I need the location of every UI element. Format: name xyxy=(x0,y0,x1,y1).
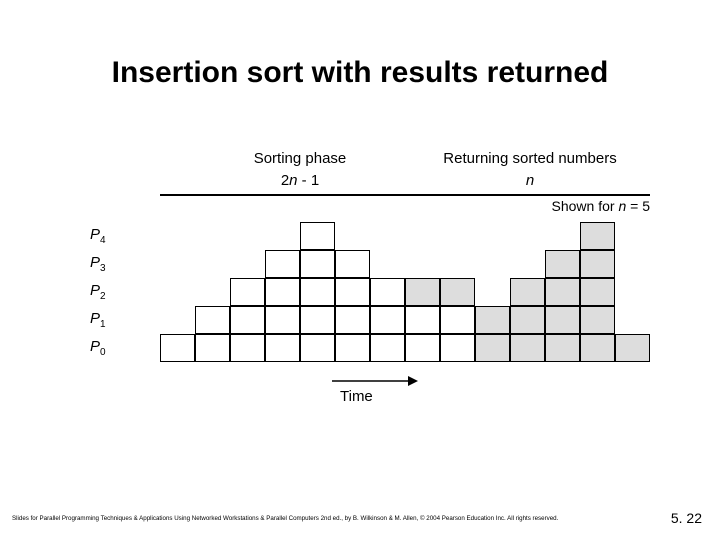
proc-label-p3: P3 xyxy=(90,254,130,274)
time-label: Time xyxy=(340,388,373,405)
grid-cell xyxy=(300,278,335,306)
grid-cell xyxy=(475,334,510,362)
grid-cell xyxy=(545,306,580,334)
grid-cell xyxy=(405,306,440,334)
grid-cell xyxy=(265,250,300,278)
grid-cell xyxy=(510,278,545,306)
grid-cell xyxy=(405,334,440,362)
note-suffix: = 5 xyxy=(626,198,650,214)
phase-expr-right: n xyxy=(430,172,630,189)
grid-cell xyxy=(440,278,475,306)
grid-cell xyxy=(195,334,230,362)
phase-divider xyxy=(160,194,650,196)
grid-cell xyxy=(160,334,195,362)
proc-label-p2: P2 xyxy=(90,282,130,302)
proc-label-p4: P4 xyxy=(90,226,130,246)
grid-cell xyxy=(580,334,615,362)
grid-cell xyxy=(195,306,230,334)
page-number: 5. 22 xyxy=(671,510,702,526)
grid-cell xyxy=(370,334,405,362)
diagram: Sorting phase Returning sorted numbers 2… xyxy=(90,150,650,410)
phase-label-returning: Returning sorted numbers xyxy=(430,150,630,167)
grid-cell xyxy=(405,278,440,306)
grid-cell xyxy=(230,306,265,334)
grid-cell xyxy=(580,306,615,334)
grid-cell xyxy=(230,278,265,306)
grid-cell xyxy=(440,306,475,334)
grid-cell xyxy=(510,306,545,334)
note-prefix: Shown for xyxy=(552,198,619,214)
grid-cell xyxy=(335,250,370,278)
note-n5: Shown for n = 5 xyxy=(552,198,650,214)
grid-cell xyxy=(230,334,265,362)
expr-n2: n xyxy=(526,172,534,189)
grid-cell xyxy=(545,334,580,362)
grid-cell xyxy=(300,222,335,250)
phase-label-sorting: Sorting phase xyxy=(200,150,400,167)
expr-2: 2 xyxy=(281,172,289,189)
timeline-grid xyxy=(160,222,650,362)
page-title: Insertion sort with results returned xyxy=(0,56,720,90)
grid-cell xyxy=(370,306,405,334)
footer-credit: Slides for Parallel Programming Techniqu… xyxy=(12,515,652,522)
grid-cell xyxy=(475,306,510,334)
expr-minus1: - 1 xyxy=(298,172,320,189)
proc-label-p0: P0 xyxy=(90,338,130,358)
grid-cell xyxy=(370,278,405,306)
grid-cell xyxy=(300,250,335,278)
grid-cell xyxy=(300,334,335,362)
proc-label-p1: P1 xyxy=(90,310,130,330)
grid-cell xyxy=(580,278,615,306)
expr-n1: n xyxy=(289,172,297,189)
grid-cell xyxy=(510,334,545,362)
grid-cell xyxy=(545,250,580,278)
grid-cell xyxy=(335,306,370,334)
grid-cell xyxy=(440,334,475,362)
grid-cell xyxy=(580,250,615,278)
grid-cell xyxy=(335,278,370,306)
phase-expr-left: 2n - 1 xyxy=(200,172,400,189)
grid-cell xyxy=(300,306,335,334)
grid-cell xyxy=(580,222,615,250)
grid-cell xyxy=(265,306,300,334)
grid-cell xyxy=(545,278,580,306)
grid-cell xyxy=(265,334,300,362)
grid-cell xyxy=(335,334,370,362)
grid-cell xyxy=(265,278,300,306)
grid-cell xyxy=(615,334,650,362)
